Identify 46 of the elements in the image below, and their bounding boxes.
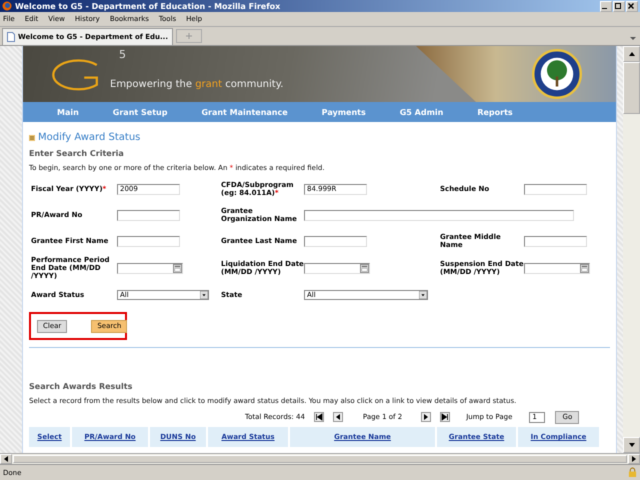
calendar-icon[interactable] bbox=[173, 264, 182, 273]
page-icon bbox=[7, 32, 15, 42]
down-arrow-icon bbox=[628, 443, 634, 447]
lock-icon bbox=[628, 467, 637, 478]
close-icon bbox=[627, 2, 635, 10]
browser-logo-icon bbox=[2, 1, 12, 11]
up-arrow-icon bbox=[628, 52, 634, 56]
last-page-button[interactable] bbox=[440, 412, 450, 422]
previous-page-button[interactable] bbox=[332, 412, 343, 422]
date-field[interactable] bbox=[524, 262, 590, 274]
next-page-button[interactable] bbox=[421, 412, 432, 422]
caret-icon bbox=[630, 37, 636, 41]
tab-list-button[interactable] bbox=[630, 37, 636, 41]
caret-icon bbox=[419, 291, 427, 300]
scrollbar-thumb[interactable] bbox=[623, 62, 640, 114]
input-field[interactable] bbox=[304, 210, 574, 220]
maximize-icon bbox=[614, 2, 622, 10]
input-field[interactable] bbox=[524, 184, 587, 194]
close-button[interactable] bbox=[626, 0, 638, 12]
seal-icon bbox=[532, 49, 582, 99]
date-field[interactable] bbox=[117, 262, 183, 274]
caret-icon bbox=[200, 291, 208, 300]
section-heading: Search Awards Results bbox=[29, 382, 134, 392]
tagline: Empowering the grant community. bbox=[110, 79, 284, 90]
minimize-icon bbox=[602, 8, 607, 9]
left-arrow-icon bbox=[4, 456, 8, 462]
calendar-icon[interactable] bbox=[580, 264, 589, 273]
date-field[interactable] bbox=[304, 262, 370, 274]
right-arrow-icon bbox=[632, 456, 636, 462]
page-title: Modify Award Status bbox=[38, 132, 140, 143]
plus-icon bbox=[185, 32, 193, 40]
input-field[interactable] bbox=[524, 236, 587, 246]
calendar-icon[interactable] bbox=[360, 264, 369, 273]
input-field[interactable] bbox=[117, 210, 180, 220]
input-field[interactable] bbox=[304, 236, 367, 246]
logo-number: 5 bbox=[119, 48, 126, 61]
bullet-icon bbox=[29, 134, 35, 140]
new-tab-button[interactable] bbox=[176, 29, 202, 43]
horizontal-scrollbar[interactable] bbox=[0, 453, 640, 464]
vertical-scrollbar[interactable] bbox=[623, 46, 640, 453]
section-heading: Enter Search Criteria bbox=[29, 149, 125, 158]
window-title: Welcome to G5 - Department of Education - Mozilla Firefox bbox=[15, 2, 280, 10]
minimize-button[interactable] bbox=[600, 0, 612, 12]
maximize-button[interactable] bbox=[613, 0, 625, 12]
first-page-button[interactable] bbox=[314, 412, 324, 422]
input-field[interactable] bbox=[117, 236, 180, 246]
